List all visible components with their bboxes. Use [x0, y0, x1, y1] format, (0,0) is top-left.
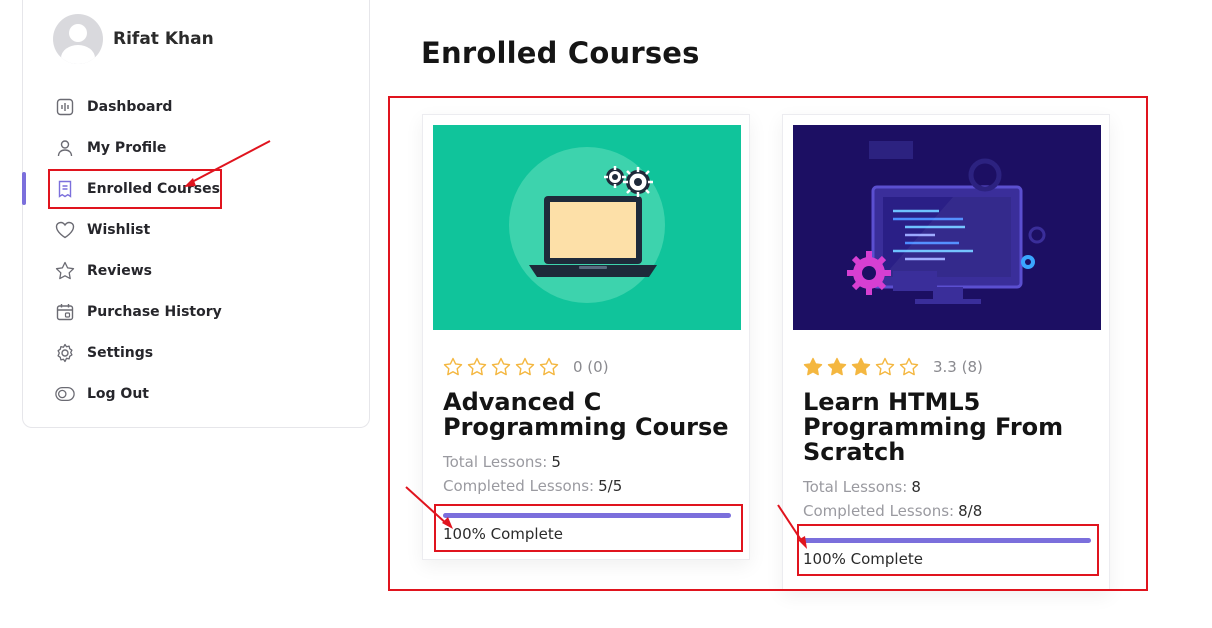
sidebar-item-label: My Profile — [87, 139, 167, 156]
sidebar-item-wishlist[interactable]: Wishlist — [23, 209, 369, 250]
total-lessons-value: 8 — [911, 478, 921, 496]
star-icon — [55, 261, 75, 281]
sidebar-item-purchase-history[interactable]: Purchase History — [23, 291, 369, 332]
laptop-gears-illustration — [509, 147, 665, 303]
sidebar-item-label: Dashboard — [87, 98, 173, 115]
total-lessons-value: 5 — [551, 453, 561, 471]
star-empty-icon — [875, 357, 895, 376]
star-empty-icon — [899, 357, 919, 376]
user-icon — [55, 138, 75, 158]
rating-text: 0 (0) — [573, 358, 609, 376]
star-empty-icon — [467, 357, 487, 376]
calendar-icon — [55, 302, 75, 322]
sidebar-item-label: Purchase History — [87, 303, 222, 320]
user-name: Rifat Khan — [113, 29, 214, 49]
star-empty-icon — [443, 357, 463, 376]
completed-lessons-value: 5/5 — [598, 477, 623, 495]
logout-icon — [55, 384, 75, 404]
user-profile: Rifat Khan — [53, 14, 214, 64]
progress-text: 100% Complete — [443, 525, 563, 543]
sidebar-item-label: Enrolled Courses — [87, 180, 220, 197]
rating-text: 3.3 (8) — [933, 358, 983, 376]
star-filled-icon — [803, 357, 823, 376]
heart-icon — [55, 220, 75, 240]
completed-lessons-label: Completed Lessons: — [443, 477, 595, 495]
course-thumbnail[interactable] — [793, 125, 1101, 330]
gear-icon — [55, 343, 75, 363]
sidebar-item-my-profile[interactable]: My Profile — [23, 127, 369, 168]
course-icon — [55, 179, 75, 199]
code-monitor-illustration — [847, 141, 1046, 304]
star-empty-icon — [491, 357, 511, 376]
sidebar-item-label: Log Out — [87, 385, 149, 402]
completed-lessons: Completed Lessons: 8/8 — [803, 499, 982, 523]
star-filled-icon — [851, 357, 871, 376]
course-title[interactable]: Advanced C Programming Course — [443, 390, 743, 440]
sidebar-item-label: Settings — [87, 344, 154, 361]
total-lessons: Total Lessons: 5 — [443, 450, 561, 474]
course-rating: 0 (0) — [443, 357, 609, 377]
sidebar-item-enrolled-courses[interactable]: Enrolled Courses — [22, 168, 369, 209]
sidebar: Rifat Khan Dashboard My Profile Enrolled… — [22, 0, 370, 428]
total-lessons: Total Lessons: 8 — [803, 475, 921, 499]
progress-text: 100% Complete — [803, 550, 923, 568]
course-rating: 3.3 (8) — [803, 357, 983, 377]
star-empty-icon — [515, 357, 535, 376]
total-lessons-label: Total Lessons: — [803, 478, 908, 496]
course-thumbnail[interactable] — [433, 125, 741, 330]
course-card[interactable]: 3.3 (8) Learn HTML5 Programming From Scr… — [782, 114, 1110, 590]
completed-lessons-value: 8/8 — [958, 502, 983, 520]
sidebar-item-reviews[interactable]: Reviews — [23, 250, 369, 291]
page-title: Enrolled Courses — [421, 36, 700, 70]
completed-lessons: Completed Lessons: 5/5 — [443, 474, 622, 498]
sidebar-item-dashboard[interactable]: Dashboard — [23, 86, 369, 127]
total-lessons-label: Total Lessons: — [443, 453, 548, 471]
avatar[interactable] — [53, 14, 103, 64]
progress-bar — [443, 513, 731, 518]
progress-fill — [443, 513, 731, 518]
star-filled-icon — [827, 357, 847, 376]
rating-stars — [443, 357, 559, 377]
progress-fill — [803, 538, 1091, 543]
sidebar-menu: Dashboard My Profile Enrolled Courses Wi… — [22, 86, 369, 414]
progress-bar — [803, 538, 1091, 543]
sidebar-item-settings[interactable]: Settings — [23, 332, 369, 373]
sidebar-item-label: Wishlist — [87, 221, 151, 238]
sidebar-item-log-out[interactable]: Log Out — [23, 373, 369, 414]
course-card[interactable]: 0 (0) Advanced C Programming Course Tota… — [422, 114, 750, 560]
star-empty-icon — [539, 357, 559, 376]
sidebar-item-label: Reviews — [87, 262, 152, 279]
course-title[interactable]: Learn HTML5 Programming From Scratch — [803, 390, 1103, 465]
completed-lessons-label: Completed Lessons: — [803, 502, 955, 520]
dashboard-icon — [55, 97, 75, 117]
rating-stars — [803, 357, 919, 377]
